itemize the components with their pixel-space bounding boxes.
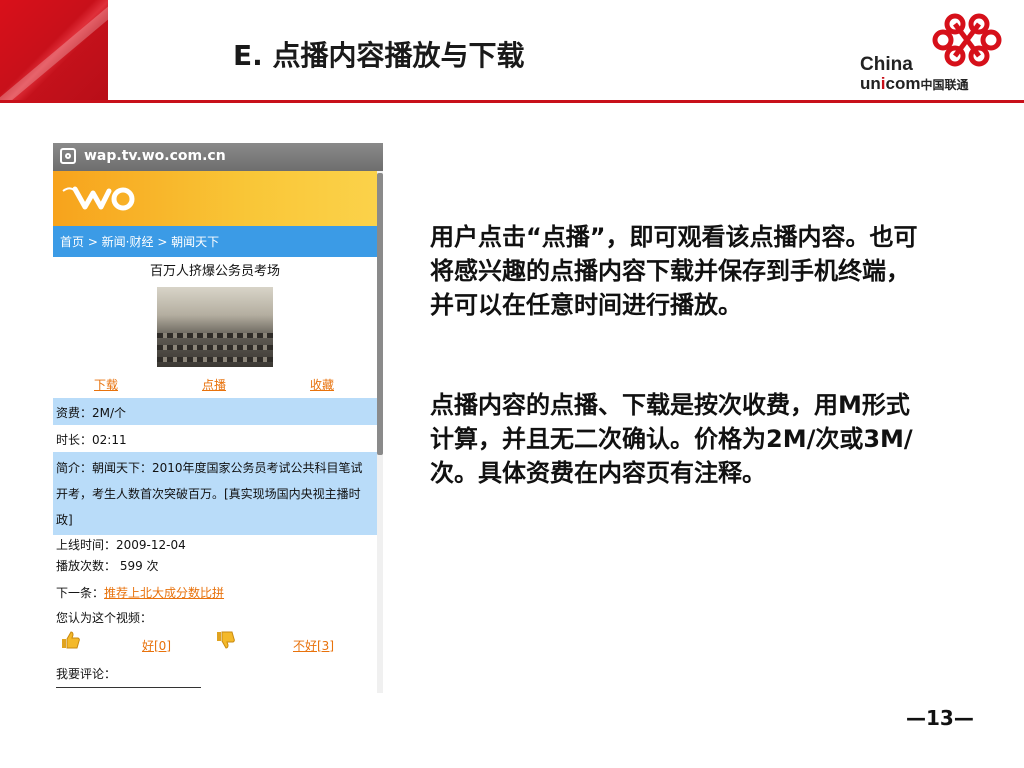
opinion-prompt: 您认为这个视频： bbox=[56, 611, 153, 625]
thumbs-up-icon[interactable] bbox=[61, 630, 81, 650]
slide-title: E. 点播内容播放与下载 bbox=[233, 39, 525, 72]
body-paragraph-1: 用户点击“点播”，即可观看该点播内容。也可将感兴趣的点播内容下载并保存到手机终端… bbox=[430, 223, 918, 319]
thumbnail-detail bbox=[157, 345, 273, 350]
vote-good-link[interactable]: 好[0] bbox=[142, 637, 171, 654]
body-paragraph-2: 点播内容的点播、下载是按次收费，用M形式计算，并且无二次确认。价格为2M/次或3… bbox=[430, 391, 913, 487]
china-unicom-logo: China unicom中国联通 bbox=[850, 6, 1015, 98]
play-link[interactable]: 点播 bbox=[202, 376, 226, 393]
breadcrumb[interactable]: 首页 > 新闻·财经 > 朝闻天下 bbox=[60, 233, 219, 250]
online-time: 上线时间：2009-12-04 bbox=[56, 538, 186, 552]
video-title: 百万人挤爆公务员考场 bbox=[149, 264, 280, 279]
logo-unicom-text: unicom中国联通 bbox=[860, 74, 969, 93]
scrollbar-thumb[interactable] bbox=[377, 173, 383, 455]
knot-logo-icon bbox=[932, 13, 1002, 67]
header-rule bbox=[0, 100, 1024, 103]
url-text: wap.tv.wo.com.cn bbox=[84, 148, 226, 164]
favorite-link[interactable]: 收藏 bbox=[310, 376, 334, 393]
next-item: 下一条：推荐上北大成分数比拼 bbox=[56, 586, 225, 600]
play-count: 播放次数： 599 次 bbox=[56, 559, 159, 573]
comment-input[interactable] bbox=[56, 687, 201, 693]
video-thumbnail[interactable] bbox=[157, 287, 273, 367]
next-item-link[interactable]: 推荐上北大成分数比拼 bbox=[104, 586, 224, 600]
vote-bad-link[interactable]: 不好[3] bbox=[293, 637, 334, 654]
thumbnail-detail bbox=[157, 357, 273, 362]
wo-logo-icon bbox=[62, 186, 135, 211]
logo-china-text: China bbox=[860, 54, 913, 75]
comment-label: 我要评论： bbox=[56, 667, 117, 681]
download-link[interactable]: 下载 bbox=[94, 376, 118, 393]
browser-icon bbox=[60, 148, 76, 164]
description-text: 简介：朝闻天下：2010年度国家公务员考试公共科目笔试开考，考生人数首次突破百万… bbox=[56, 461, 363, 527]
phone-screenshot: wap.tv.wo.com.cn 首页 > 新闻·财经 > 朝闻天下 百万人挤爆… bbox=[53, 143, 383, 693]
duration-text: 时长：02:11 bbox=[56, 433, 127, 447]
corner-stripe bbox=[0, 0, 108, 102]
thumbnail-detail bbox=[157, 333, 273, 338]
fee-text: 资费：2M/个 bbox=[56, 406, 127, 420]
thumbs-down-icon[interactable] bbox=[216, 630, 236, 650]
page-number: —13— bbox=[906, 706, 974, 730]
